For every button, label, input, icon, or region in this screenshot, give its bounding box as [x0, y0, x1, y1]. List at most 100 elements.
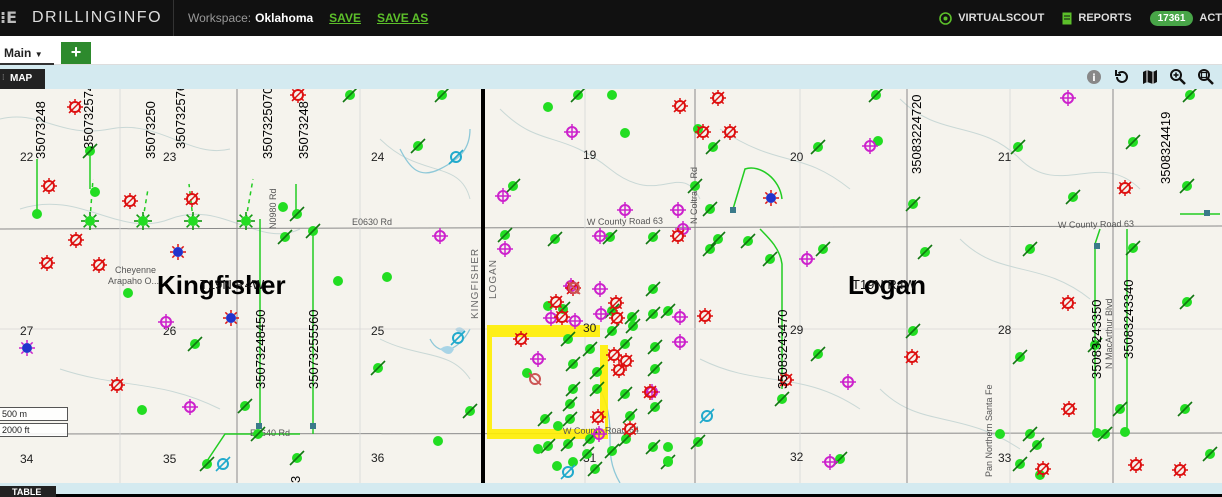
plugged-well-marker[interactable] [1061, 401, 1077, 417]
save-as-button[interactable]: SAVE AS [377, 11, 428, 25]
plugged-well-marker[interactable] [184, 191, 200, 207]
table-panel-title[interactable]: TABLE [0, 486, 56, 497]
active-well-marker[interactable] [540, 438, 556, 454]
permit-marker[interactable] [672, 309, 688, 325]
plugged-well-marker[interactable] [39, 255, 55, 271]
well-dot-marker[interactable] [620, 128, 630, 138]
active-well-marker[interactable] [434, 89, 450, 103]
active-well-marker[interactable] [505, 178, 521, 194]
plugged-well-marker[interactable] [622, 421, 638, 437]
well-dot-marker[interactable] [1092, 428, 1102, 438]
well-dot-marker[interactable] [382, 272, 392, 282]
active-well-marker[interactable] [342, 89, 358, 103]
active-well-marker[interactable] [647, 361, 663, 377]
permit-marker[interactable] [593, 306, 609, 322]
active-well-marker[interactable] [1012, 456, 1028, 472]
active-well-marker[interactable] [562, 411, 578, 427]
well-dot-marker[interactable] [533, 444, 543, 454]
act-label[interactable]: ACT [1199, 12, 1222, 24]
dual-well-marker[interactable] [170, 244, 186, 260]
active-well-marker[interactable] [774, 391, 790, 407]
dry-hole-marker[interactable] [528, 372, 542, 386]
well-dot-marker[interactable] [123, 288, 133, 298]
active-well-marker[interactable] [497, 227, 513, 243]
map-panel-title[interactable]: ⁞ MAP [0, 69, 45, 89]
zoom-in-icon[interactable] [1168, 67, 1188, 87]
active-well-marker[interactable] [289, 450, 305, 466]
plugged-well-marker[interactable] [1060, 295, 1076, 311]
well-dot-marker[interactable] [663, 456, 673, 466]
well-dot-marker[interactable] [663, 442, 673, 452]
permit-marker[interactable] [670, 202, 686, 218]
active-well-marker[interactable] [562, 396, 578, 412]
plugged-well-marker[interactable] [41, 178, 57, 194]
dual-well-marker[interactable] [223, 310, 239, 326]
active-well-marker[interactable] [547, 231, 563, 247]
permit-marker[interactable] [822, 454, 838, 470]
plugged-well-marker[interactable] [109, 377, 125, 393]
active-well-marker[interactable] [604, 443, 620, 459]
surface-location-marker[interactable] [310, 423, 316, 429]
active-well-marker[interactable] [740, 233, 756, 249]
active-well-marker[interactable] [604, 323, 620, 339]
plugged-well-marker[interactable] [672, 98, 688, 114]
active-well-marker[interactable] [560, 436, 576, 452]
injection-well-marker[interactable] [560, 464, 576, 480]
active-well-marker[interactable] [868, 89, 884, 103]
active-well-marker[interactable] [277, 229, 293, 245]
zoom-extent-icon[interactable] [1196, 67, 1216, 87]
active-well-marker[interactable] [617, 386, 633, 402]
well-dot-marker[interactable] [607, 90, 617, 100]
plugged-well-marker[interactable] [290, 89, 306, 103]
active-well-marker[interactable] [617, 336, 633, 352]
surface-location-marker[interactable] [730, 207, 736, 213]
well-dot-marker[interactable] [90, 187, 100, 197]
active-well-marker[interactable] [810, 346, 826, 362]
plugged-well-marker[interactable] [1128, 457, 1144, 473]
permit-marker[interactable] [1060, 90, 1076, 106]
injection-well-marker[interactable] [699, 408, 715, 424]
surface-location-marker[interactable] [1094, 243, 1100, 249]
permit-marker[interactable] [564, 124, 580, 140]
active-well-marker[interactable] [810, 139, 826, 155]
plugged-well-marker[interactable] [122, 193, 138, 209]
active-well-marker[interactable] [645, 439, 661, 455]
save-button[interactable]: SAVE [329, 11, 361, 25]
injection-well-marker[interactable] [215, 456, 231, 472]
active-well-marker[interactable] [690, 434, 706, 450]
active-well-marker[interactable] [1177, 401, 1193, 417]
active-well-marker[interactable] [647, 399, 663, 415]
active-well-marker[interactable] [1125, 134, 1141, 150]
active-well-marker[interactable] [462, 403, 478, 419]
active-well-marker[interactable] [237, 398, 253, 414]
active-well-marker[interactable] [1179, 294, 1195, 310]
permit-marker[interactable] [840, 374, 856, 390]
plugged-well-marker[interactable] [695, 124, 711, 140]
active-well-marker[interactable] [1010, 139, 1026, 155]
active-well-marker[interactable] [187, 336, 203, 352]
active-well-marker[interactable] [1182, 89, 1198, 103]
plugged-well-marker[interactable] [904, 349, 920, 365]
permit-marker[interactable] [432, 228, 448, 244]
active-well-marker[interactable] [289, 206, 305, 222]
map-svg[interactable]: E0630 Rd W County Road 63 W County Road 63… [0, 89, 1222, 483]
well-dot-marker[interactable] [543, 102, 553, 112]
well-dot-marker[interactable] [995, 429, 1005, 439]
active-well-marker[interactable] [622, 408, 638, 424]
permit-marker[interactable] [497, 241, 513, 257]
permit-marker[interactable] [182, 399, 198, 415]
active-well-marker[interactable] [762, 251, 778, 267]
permit-marker[interactable] [672, 334, 688, 350]
surface-location-marker[interactable] [1204, 210, 1210, 216]
active-well-marker[interactable] [1029, 437, 1045, 453]
active-well-marker[interactable] [1112, 401, 1128, 417]
info-icon[interactable]: i [1084, 67, 1104, 87]
active-well-marker[interactable] [917, 244, 933, 260]
active-well-marker[interactable] [537, 411, 553, 427]
map-canvas[interactable]: E0630 Rd W County Road 63 W County Road 63… [0, 89, 1222, 483]
well-dot-marker[interactable] [568, 457, 578, 467]
workspace-name[interactable]: Oklahoma [255, 11, 313, 25]
well-dot-marker[interactable] [278, 202, 288, 212]
plugged-well-marker[interactable] [590, 409, 606, 425]
active-well-marker[interactable] [660, 303, 676, 319]
